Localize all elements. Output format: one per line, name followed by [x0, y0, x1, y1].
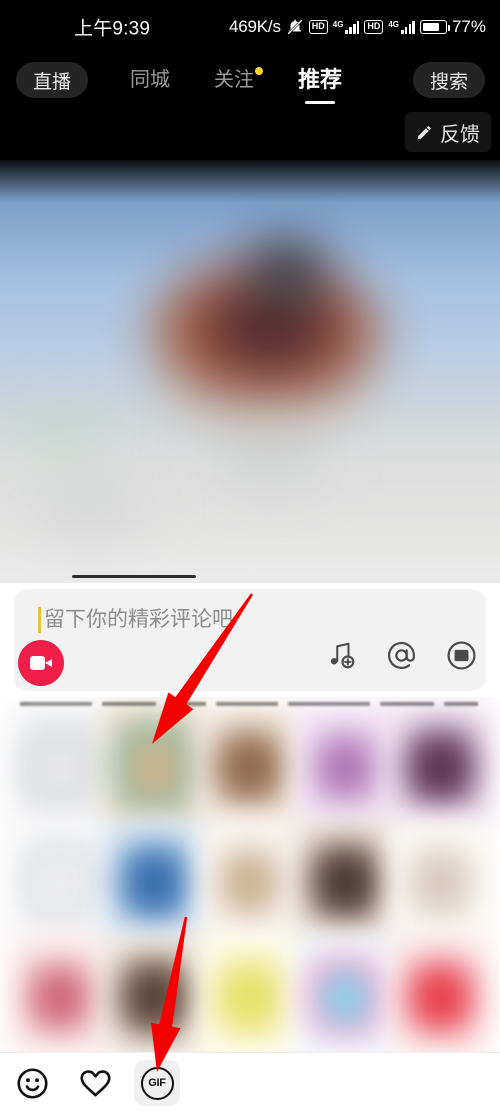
gif-cell-shape [222, 853, 278, 913]
signal-bars-1 [345, 20, 360, 34]
gif-cell-shape [127, 853, 182, 913]
keyboard-icon[interactable] [444, 638, 478, 672]
battery-icon [419, 20, 450, 34]
gif-cell-shape [318, 853, 373, 913]
video-lower-blob [10, 460, 170, 550]
gif-cell-shape [32, 968, 87, 1028]
comment-tool-icons [324, 638, 478, 672]
signal-label-2: 4G [388, 20, 400, 29]
gif-cell-shape [32, 853, 87, 913]
video-comment-button[interactable] [18, 640, 64, 686]
feedback-label: 反馈 [440, 123, 480, 146]
gif-cell[interactable] [296, 937, 394, 1052]
signal-group-2: 4G [388, 20, 415, 34]
video-progress-bar[interactable] [72, 575, 196, 578]
tab-tuijian[interactable]: 推荐 [298, 67, 343, 104]
gif-cell[interactable] [11, 822, 108, 941]
comment-bar: 留下你的精彩评论吧 [0, 583, 500, 697]
status-bar: 上午9:39 469K/s HD 4G HD 4G 77% [0, 0, 500, 54]
gif-cell[interactable] [201, 822, 299, 941]
pencil-icon [416, 124, 433, 141]
video-camera-icon [30, 656, 52, 670]
gif-cell[interactable] [201, 707, 299, 826]
gif-cell[interactable] [11, 937, 108, 1052]
hd-icon-1: HD [308, 20, 328, 34]
gif-cell[interactable] [201, 937, 299, 1052]
tab-tongcheng-label: 同城 [130, 69, 170, 91]
bottom-toolbar: GIF 三公子游戏网 www.sangongzi.net [0, 1052, 500, 1111]
gif-cell[interactable] [296, 822, 394, 941]
search-button[interactable]: 搜索 [412, 62, 485, 98]
gif-cell-shape [413, 853, 468, 913]
gif-cell[interactable] [106, 937, 204, 1052]
gif-cell-shape [318, 738, 373, 798]
tab-tuijian-label: 推荐 [298, 67, 343, 92]
text-caret [38, 607, 41, 633]
favorite-button[interactable] [72, 1060, 118, 1106]
signal-bars-2 [401, 20, 415, 34]
phone-screen: 上午9:39 469K/s HD 4G HD 4G 77% 直播 同城 关注 推… [0, 0, 500, 1111]
emoji-button[interactable] [9, 1060, 55, 1106]
status-icons: 469K/s HD 4G HD 4G 77% [229, 17, 486, 37]
notification-dot-icon [255, 67, 263, 75]
gif-cell[interactable] [106, 707, 204, 826]
signal-label-1: 4G [332, 20, 344, 29]
gif-cell[interactable] [392, 707, 489, 826]
gif-cell[interactable] [392, 822, 489, 941]
network-speed-text: 469K/s [229, 17, 281, 36]
video-ground-blob [190, 410, 350, 500]
gif-cell-shape [222, 738, 278, 798]
gif-cell-shape [32, 738, 87, 798]
gif-cell-shape [127, 738, 182, 798]
comment-placeholder: 留下你的精彩评论吧 [44, 608, 233, 631]
mention-at-icon[interactable] [384, 638, 418, 672]
video-subject-head [248, 234, 326, 312]
nav-tabs: 同城 关注 推荐 [130, 54, 342, 106]
gif-icon: GIF [140, 1066, 174, 1100]
gif-picker-panel[interactable] [0, 697, 500, 1052]
video-highlight-blob [10, 392, 110, 466]
gif-cell-shape [413, 738, 468, 798]
video-preview[interactable] [0, 160, 500, 583]
gif-cell-shape [318, 968, 373, 1028]
music-add-icon[interactable] [324, 638, 358, 672]
active-tab-underline [305, 101, 335, 104]
live-tab-button[interactable]: 直播 [16, 62, 89, 98]
status-time: 上午9:39 [74, 18, 151, 40]
gif-cell[interactable] [11, 707, 108, 826]
battery-percent-text: 77% [451, 17, 486, 36]
tab-tongcheng[interactable]: 同城 [130, 70, 170, 90]
hd-icon-2: HD [364, 20, 384, 34]
gif-cell[interactable] [296, 707, 394, 826]
top-navigation-bar: 直播 同城 关注 推荐 搜索 [0, 54, 500, 106]
gif-grid[interactable] [11, 707, 489, 1052]
gif-cell-shape [413, 968, 468, 1028]
gif-button[interactable]: GIF [134, 1060, 180, 1106]
gif-cell[interactable] [106, 822, 204, 941]
feedback-button[interactable]: 反馈 [405, 112, 491, 152]
tab-guanzhu[interactable]: 关注 [214, 67, 263, 91]
gif-cell[interactable] [392, 937, 489, 1052]
gif-cell-shape [127, 968, 182, 1028]
mute-bell-icon [286, 18, 304, 36]
tab-guanzhu-label: 关注 [214, 69, 254, 91]
gif-cell-shape [222, 968, 278, 1028]
signal-group-1: 4G [333, 20, 360, 34]
